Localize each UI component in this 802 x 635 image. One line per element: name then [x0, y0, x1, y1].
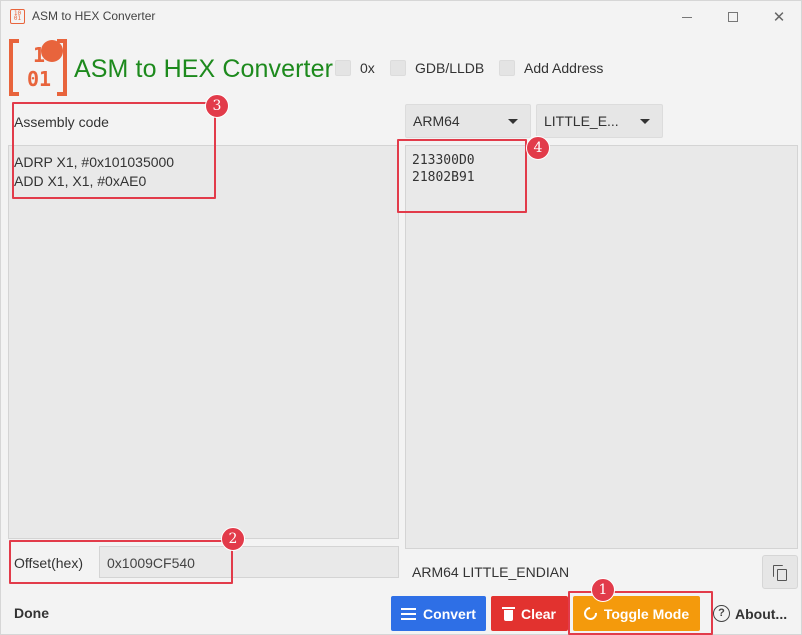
- annotation-box-1: [568, 591, 713, 635]
- about-button[interactable]: ? About...: [713, 605, 787, 622]
- app-icon: 10 01: [10, 9, 25, 24]
- annotation-badge-3: 3: [205, 94, 229, 118]
- annotation-badge-4: 4: [526, 136, 550, 160]
- assembly-input[interactable]: ADRP X1, #0x101035000 ADD X1, X1, #0xAE0: [8, 145, 399, 539]
- option-label: Add Address: [524, 60, 604, 76]
- list-icon: [401, 607, 417, 620]
- option-gdb-lldb-checkbox[interactable]: GDB/LLDB: [390, 60, 484, 76]
- app-logo: 1 01: [9, 39, 67, 96]
- checkbox-box[interactable]: [335, 60, 351, 76]
- annotation-badge-2: 2: [221, 527, 245, 551]
- arch-value: ARM64: [413, 113, 460, 129]
- maximize-button[interactable]: [710, 5, 756, 29]
- window-title: ASM to HEX Converter: [32, 9, 156, 23]
- chevron-down-icon: [508, 119, 518, 124]
- annotation-box-3: [12, 102, 216, 199]
- option-0x-checkbox[interactable]: 0x: [335, 60, 375, 76]
- annotation-box-4: [397, 139, 527, 213]
- mode-label: ARM64 LITTLE_ENDIAN: [412, 564, 570, 580]
- trash-icon: [501, 606, 515, 621]
- status-text: Done: [14, 605, 49, 621]
- convert-label: Convert: [423, 605, 476, 622]
- endian-value: LITTLE_E...: [544, 113, 619, 129]
- checkbox-box[interactable]: [499, 60, 515, 76]
- annotation-box-2: [9, 540, 233, 584]
- help-icon: ?: [713, 605, 730, 622]
- close-icon: ✕: [772, 9, 786, 26]
- chevron-down-icon: [640, 119, 650, 124]
- endian-select[interactable]: LITTLE_E...: [536, 104, 663, 138]
- option-label: GDB/LLDB: [415, 60, 485, 76]
- app-window: 10 01 ASM to HEX Converter ✕ 1 01 ASM to H…: [0, 0, 802, 635]
- minimize-icon: [682, 16, 692, 18]
- close-button[interactable]: ✕: [756, 5, 802, 29]
- arch-select[interactable]: ARM64: [405, 104, 531, 138]
- app-title: ASM to HEX Converter: [74, 55, 334, 83]
- option-add-address-checkbox[interactable]: Add Address: [499, 60, 603, 76]
- option-label: 0x: [360, 60, 375, 76]
- clear-label: Clear: [520, 605, 557, 622]
- clear-button[interactable]: Clear: [491, 596, 568, 631]
- copy-button[interactable]: [762, 555, 798, 589]
- minimize-button[interactable]: [664, 5, 710, 29]
- convert-button[interactable]: Convert: [391, 596, 486, 631]
- title-bar: 10 01 ASM to HEX Converter ✕: [1, 1, 801, 33]
- annotation-badge-1: 1: [591, 578, 615, 602]
- checkbox-box[interactable]: [390, 60, 406, 76]
- maximize-icon: [728, 12, 738, 22]
- about-label: About...: [735, 605, 788, 622]
